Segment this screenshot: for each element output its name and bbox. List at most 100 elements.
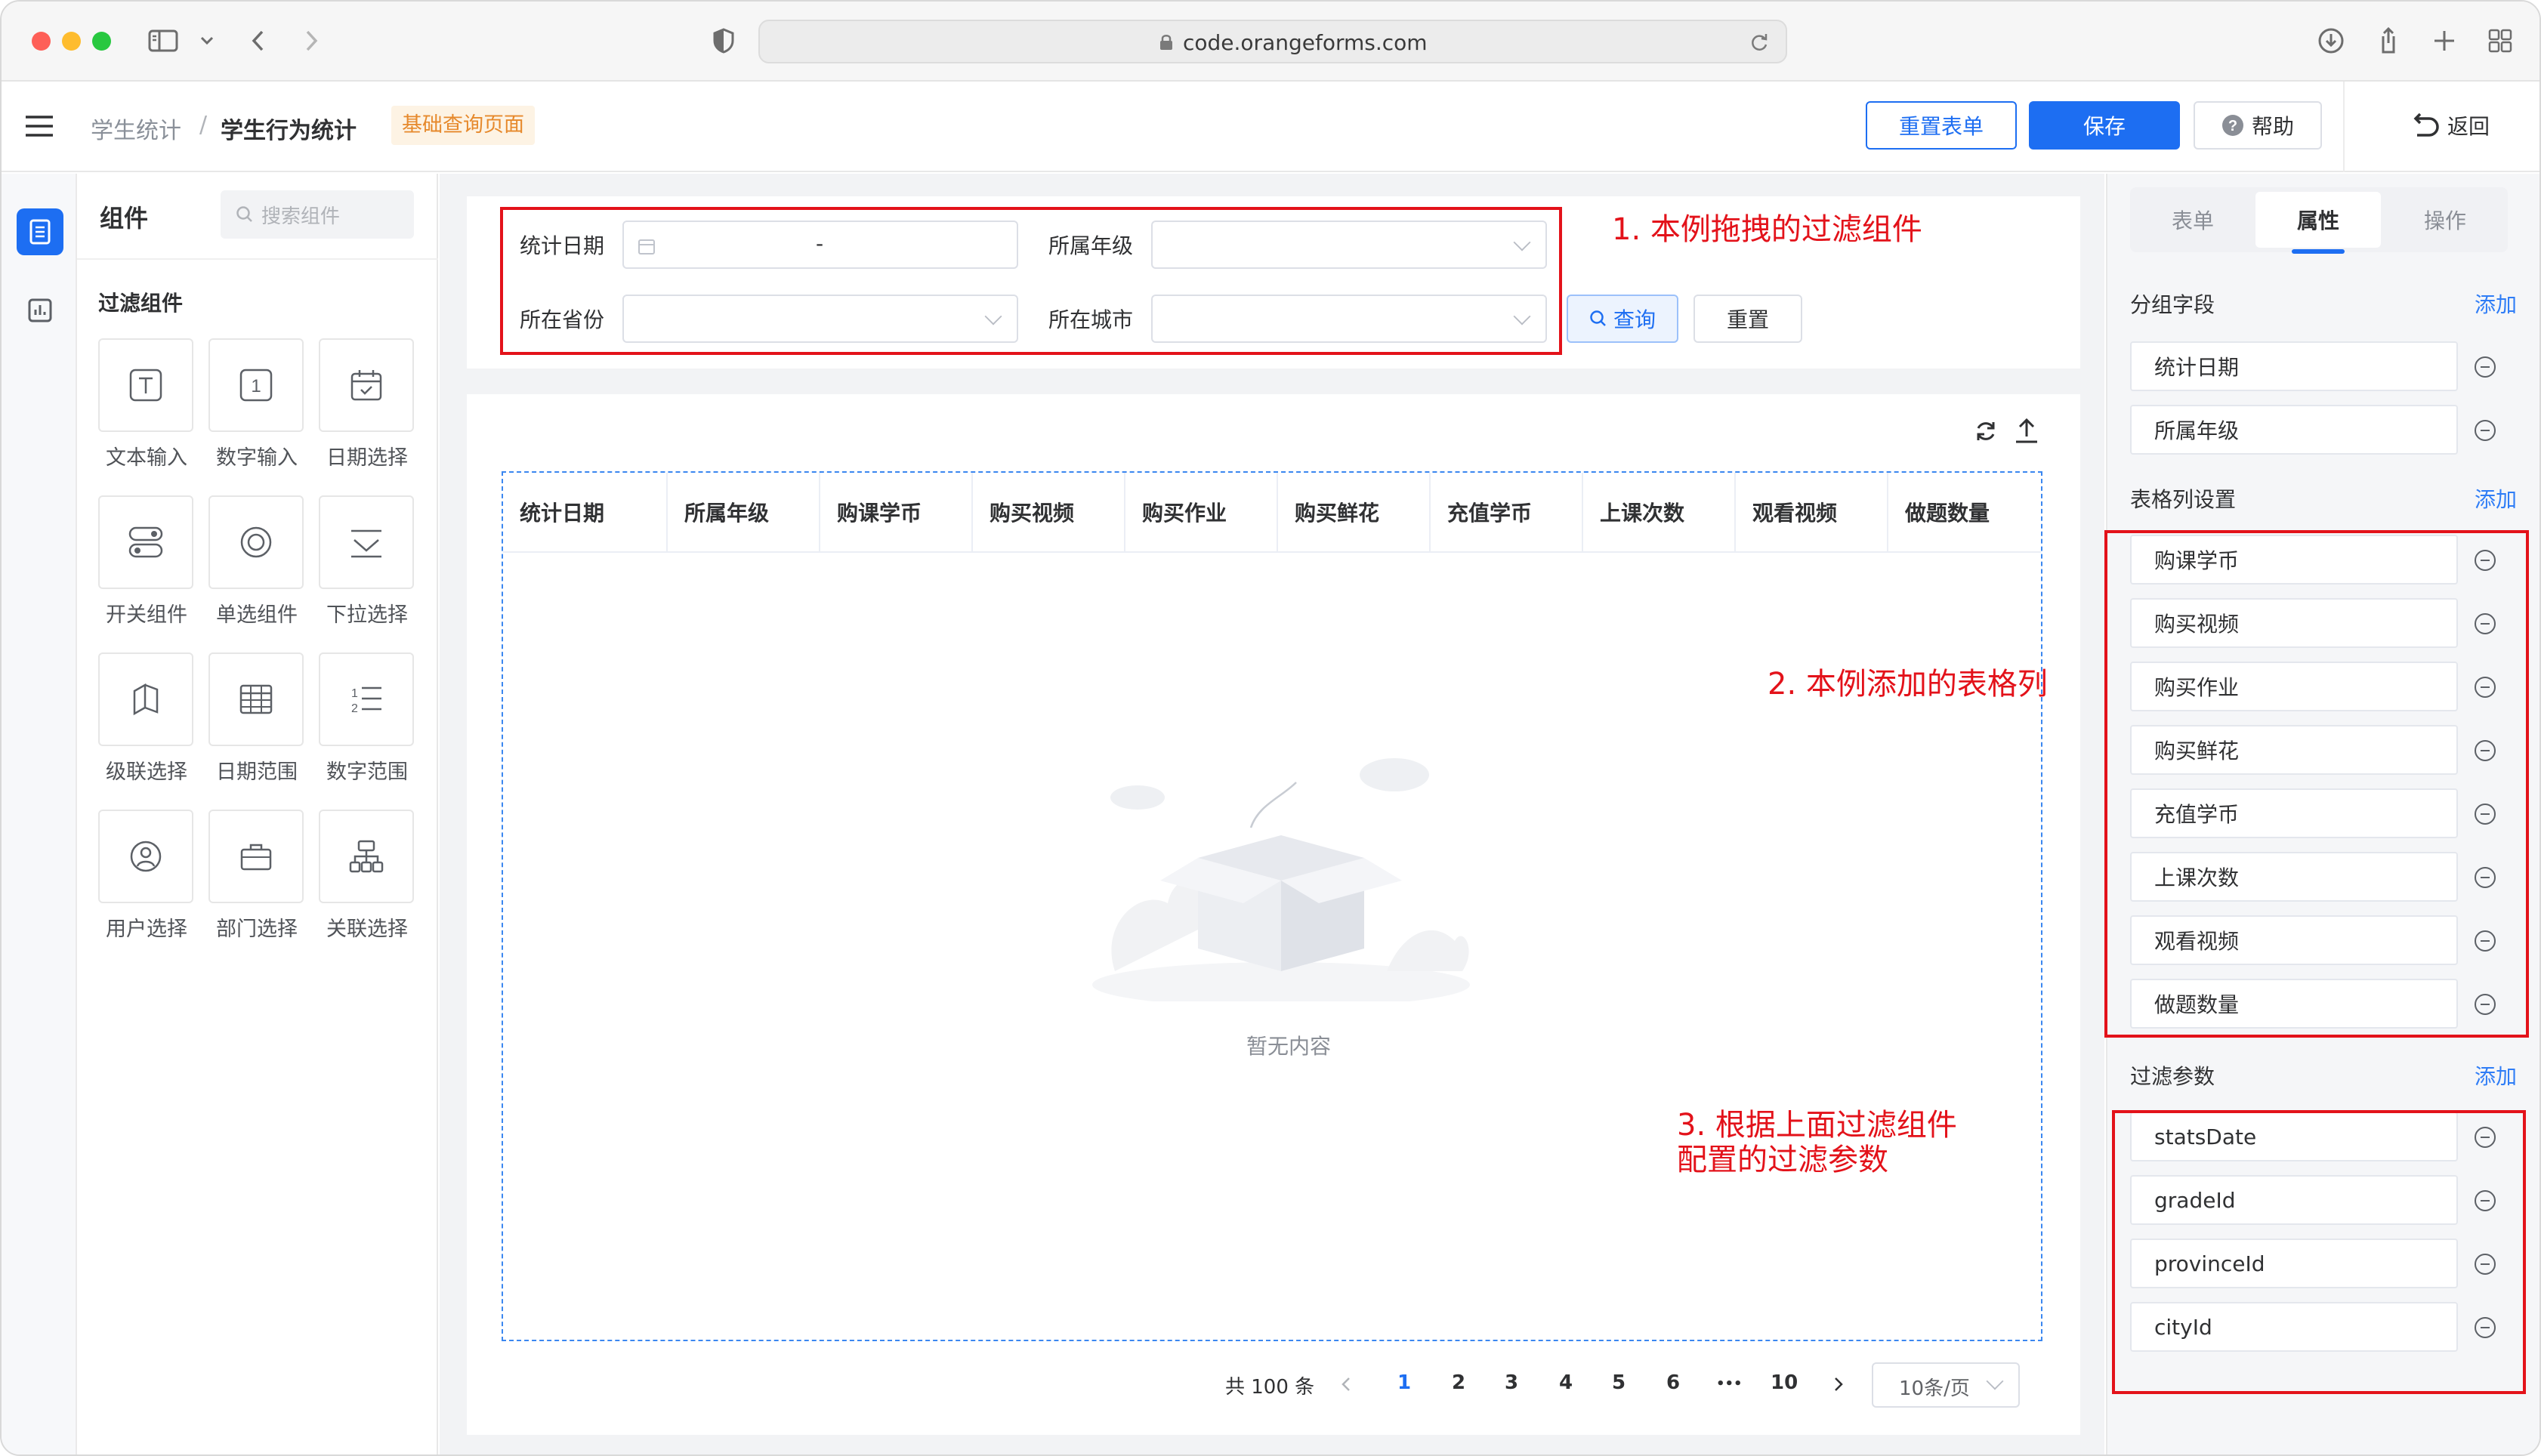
page-number[interactable]: 4 bbox=[1559, 1371, 1573, 1394]
page-number[interactable]: 6 bbox=[1666, 1371, 1680, 1394]
left-rail bbox=[2, 174, 77, 1454]
remove-circle-icon[interactable] bbox=[2475, 420, 2496, 441]
component-number-range[interactable]: 12 数字范围 bbox=[319, 652, 415, 785]
component-label: 关联选择 bbox=[326, 918, 408, 941]
chart-design-tab[interactable] bbox=[17, 287, 63, 334]
add-group-field-link[interactable]: 添加 bbox=[2475, 288, 2517, 319]
component-radio[interactable]: 单选组件 bbox=[208, 495, 305, 628]
page-number[interactable]: 10 bbox=[1771, 1371, 1798, 1394]
tab-properties[interactable]: 属性 bbox=[2255, 192, 2381, 248]
maximize-window-button[interactable] bbox=[92, 32, 111, 51]
app-header: 学生统计 / 学生行为统计 基础查询页面 重置表单 保存 ? 帮助 返回 bbox=[2, 82, 2539, 172]
properties-tabs: 表单 属性 操作 bbox=[2130, 187, 2508, 254]
component-label: 级联选择 bbox=[106, 760, 187, 784]
column-header[interactable]: 充值学币 bbox=[1431, 473, 1583, 551]
page-ellipsis[interactable]: ••• bbox=[1716, 1376, 1743, 1392]
component-label: 数字输入 bbox=[216, 446, 298, 470]
group-field-item[interactable]: 所属年级 bbox=[2130, 405, 2458, 455]
component-label: 部门选择 bbox=[216, 918, 298, 941]
group-field-item[interactable]: 统计日期 bbox=[2130, 341, 2458, 391]
component-user-select[interactable]: 用户选择 bbox=[98, 810, 195, 942]
component-date-picker[interactable]: 日期选择 bbox=[319, 338, 415, 470]
tab-overview-icon[interactable] bbox=[2484, 24, 2517, 57]
add-table-column-link[interactable]: 添加 bbox=[2475, 483, 2517, 514]
reset-form-button[interactable]: 重置表单 bbox=[1866, 101, 2017, 150]
component-date-range[interactable]: 日期范围 bbox=[208, 652, 305, 785]
back-arrow-icon[interactable] bbox=[242, 24, 275, 57]
privacy-shield-icon[interactable] bbox=[707, 24, 740, 57]
annotation-filter-components: 1. 本例拖拽的过滤组件 bbox=[1612, 212, 1922, 247]
component-number-input[interactable]: 1 数字输入 bbox=[208, 338, 305, 470]
data-table: 统计日期 所属年级 购课学币 购买视频 购买作业 购买鲜花 充值学币 上课次数 … bbox=[502, 471, 2042, 1341]
reset-form-label: 重置表单 bbox=[1898, 114, 1984, 139]
menu-icon[interactable] bbox=[26, 115, 53, 137]
prev-page-icon[interactable] bbox=[1340, 1376, 1352, 1393]
component-switch[interactable]: 开关组件 bbox=[98, 495, 195, 628]
component-cascader[interactable]: 级联选择 bbox=[98, 652, 195, 785]
component-dropdown[interactable]: 下拉选择 bbox=[319, 495, 415, 628]
reset-filter-button[interactable]: 重置 bbox=[1693, 295, 1802, 343]
filter-components-heading: 过滤组件 bbox=[98, 291, 184, 316]
date-range-icon bbox=[239, 684, 273, 714]
browser-toolbar: code.orangeforms.com bbox=[2, 2, 2539, 82]
forward-arrow-icon[interactable] bbox=[295, 24, 328, 57]
table-header-divider bbox=[503, 551, 2041, 553]
query-button[interactable]: 查询 bbox=[1567, 295, 1678, 343]
empty-state-text: 暂无内容 bbox=[1246, 1034, 1332, 1059]
form-design-tab[interactable] bbox=[17, 208, 63, 255]
breadcrumb-current: 学生行为统计 bbox=[221, 118, 357, 144]
annotation-table-columns: 2. 本例添加的表格列 bbox=[1768, 667, 2048, 702]
number-range-icon: 12 bbox=[351, 686, 381, 715]
page-number[interactable]: 5 bbox=[1612, 1371, 1626, 1394]
back-button[interactable]: 返回 bbox=[2388, 101, 2509, 150]
column-header[interactable]: 观看视频 bbox=[1736, 473, 1888, 551]
column-header[interactable]: 做题数量 bbox=[1888, 473, 2041, 551]
refresh-icon[interactable] bbox=[1973, 418, 1999, 444]
share-icon[interactable] bbox=[2372, 24, 2405, 57]
svg-text:1: 1 bbox=[251, 376, 261, 396]
sidebar-toggle-icon[interactable] bbox=[147, 24, 180, 57]
close-window-button[interactable] bbox=[32, 32, 51, 51]
column-header[interactable]: 购课学币 bbox=[820, 473, 973, 551]
group-fields-heading: 分组字段 bbox=[2130, 292, 2215, 317]
tab-actions[interactable]: 操作 bbox=[2382, 187, 2508, 252]
column-header[interactable]: 上课次数 bbox=[1583, 473, 1736, 551]
component-text-input[interactable]: 文本输入 bbox=[98, 338, 195, 470]
breadcrumb-parent[interactable]: 学生统计 bbox=[91, 112, 181, 145]
new-tab-icon[interactable] bbox=[2428, 24, 2461, 57]
page-type-tag: 基础查询页面 bbox=[391, 106, 535, 145]
remove-circle-icon[interactable] bbox=[2475, 356, 2496, 378]
help-button[interactable]: ? 帮助 bbox=[2194, 101, 2322, 150]
page-number[interactable]: 3 bbox=[1505, 1371, 1518, 1394]
chevron-down-icon[interactable] bbox=[190, 24, 224, 57]
component-label: 下拉选择 bbox=[326, 603, 408, 627]
component-search-input[interactable]: 搜索组件 bbox=[221, 190, 414, 239]
download-icon[interactable] bbox=[2314, 24, 2348, 57]
column-header[interactable]: 购买鲜花 bbox=[1278, 473, 1431, 551]
tab-form[interactable]: 表单 bbox=[2130, 187, 2255, 252]
return-arrow-icon bbox=[2413, 113, 2439, 137]
lock-icon bbox=[1160, 35, 1172, 50]
column-header[interactable]: 统计日期 bbox=[503, 473, 668, 551]
column-header[interactable]: 购买作业 bbox=[1125, 473, 1278, 551]
table-columns-heading: 表格列设置 bbox=[2130, 487, 2237, 512]
page-number[interactable]: 2 bbox=[1452, 1371, 1465, 1394]
empty-box-illustration bbox=[1092, 758, 1470, 1001]
column-header[interactable]: 所属年级 bbox=[668, 473, 820, 551]
add-filter-param-link[interactable]: 添加 bbox=[2475, 1060, 2517, 1090]
dropdown-icon bbox=[351, 529, 381, 558]
export-upload-icon[interactable] bbox=[2014, 417, 2039, 444]
page-number[interactable]: 1 bbox=[1397, 1371, 1411, 1394]
component-department-select[interactable]: 部门选择 bbox=[208, 810, 305, 942]
minimize-window-button[interactable] bbox=[62, 32, 81, 51]
save-button[interactable]: 保存 bbox=[2029, 101, 2180, 150]
component-relation-select[interactable]: 关联选择 bbox=[319, 810, 415, 942]
reload-icon[interactable] bbox=[1749, 32, 1769, 53]
component-panel-divider bbox=[77, 258, 438, 260]
address-bar[interactable]: code.orangeforms.com bbox=[758, 20, 1787, 63]
component-panel-title: 组件 bbox=[100, 204, 149, 233]
column-header[interactable]: 购买视频 bbox=[973, 473, 1125, 551]
page-size-select[interactable]: 10条/页 bbox=[1872, 1362, 2020, 1408]
next-page-icon[interactable] bbox=[1832, 1376, 1845, 1393]
search-icon bbox=[236, 206, 252, 222]
